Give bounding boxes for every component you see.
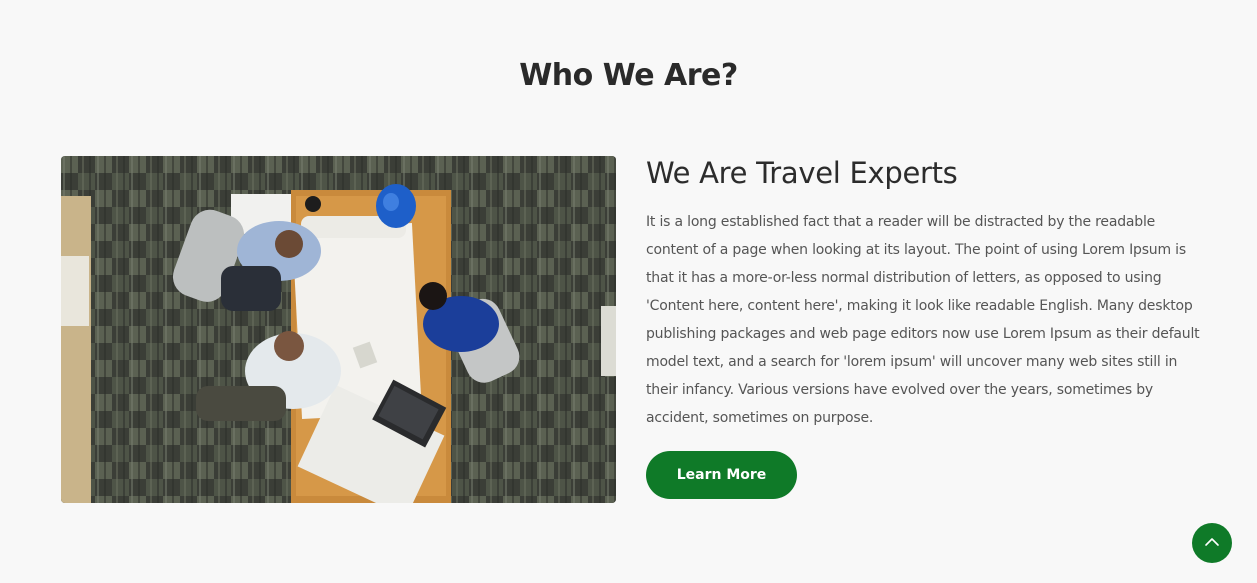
learn-more-button[interactable]: Learn More	[646, 451, 797, 499]
scroll-to-top-button[interactable]	[1192, 523, 1232, 563]
chevron-up-icon	[1204, 534, 1220, 552]
section-title: Who We Are?	[519, 58, 738, 93]
about-heading: We Are Travel Experts	[646, 156, 958, 190]
about-content: We Are Travel Experts It is a long estab…	[646, 152, 1206, 432]
team-meeting-photo	[61, 156, 616, 503]
about-body: It is a long established fact that a rea…	[646, 214, 1200, 426]
